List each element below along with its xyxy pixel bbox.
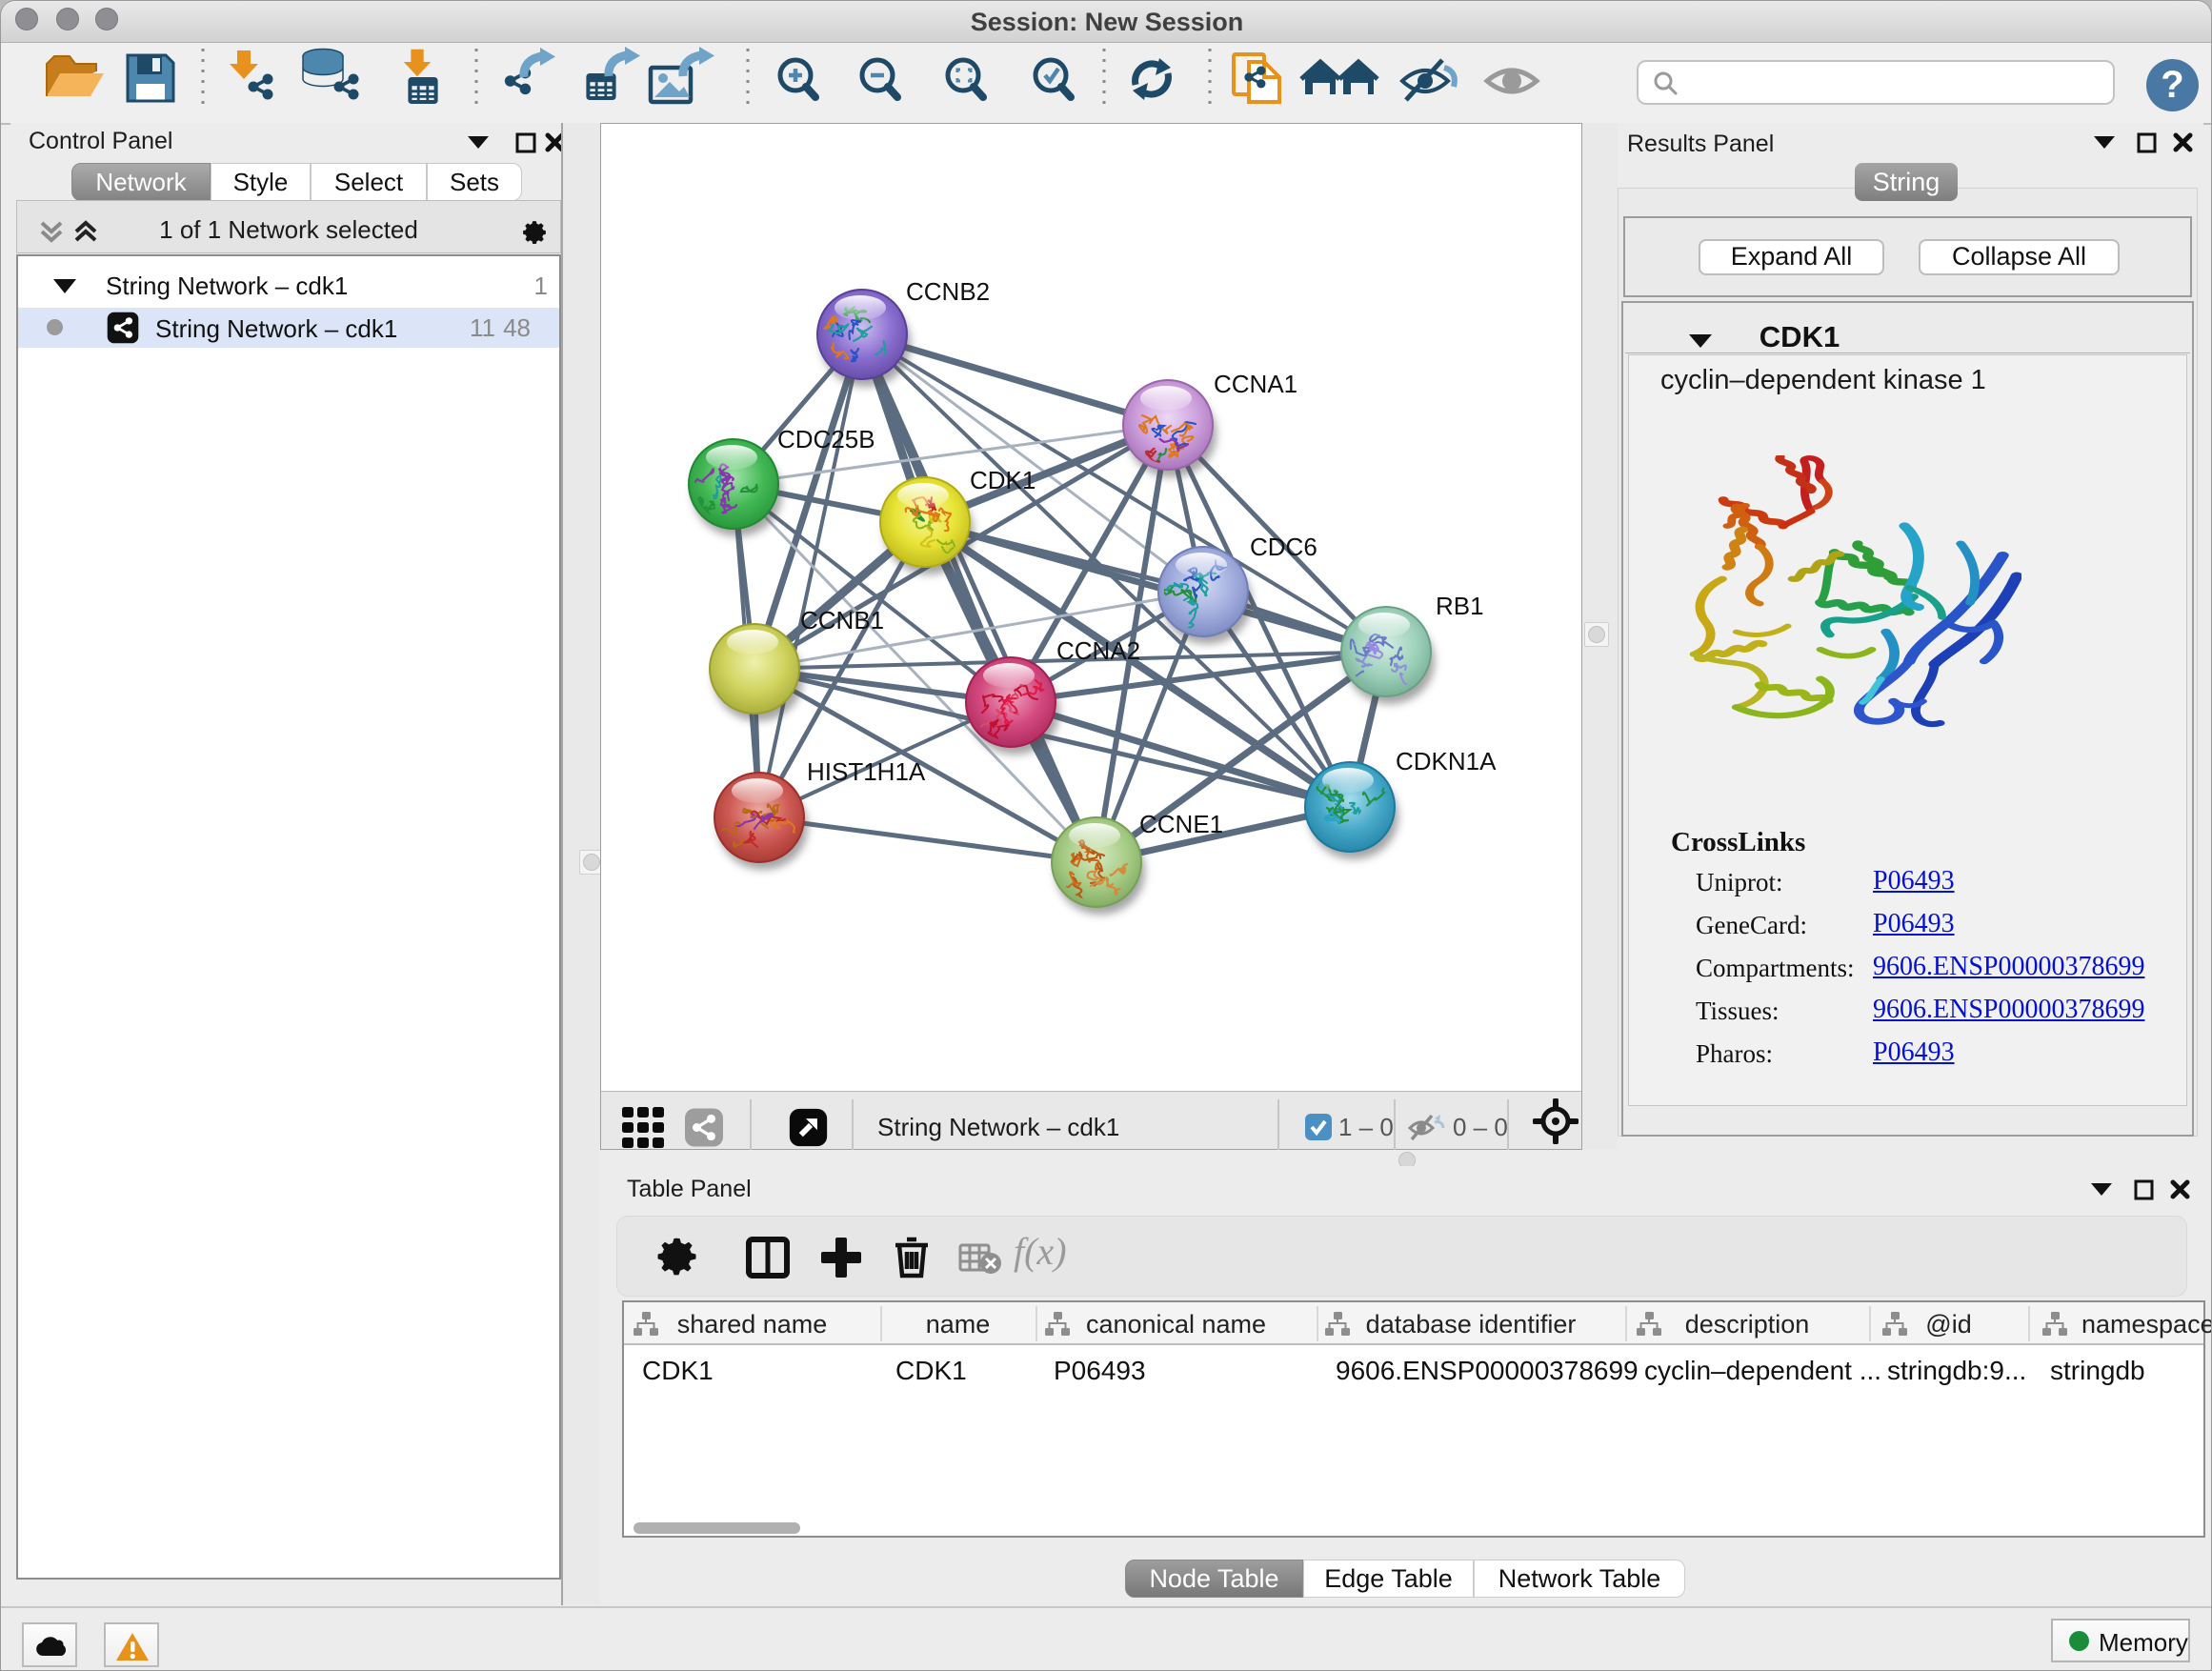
svg-text:CDC25B: CDC25B bbox=[777, 425, 875, 453]
svg-text:CDK1: CDK1 bbox=[970, 466, 1036, 494]
svg-text:CCNA1: CCNA1 bbox=[1214, 370, 1297, 398]
svg-text:RB1: RB1 bbox=[1436, 592, 1484, 620]
svg-text:CCNB1: CCNB1 bbox=[800, 606, 884, 634]
svg-text:CCNA2: CCNA2 bbox=[1056, 636, 1140, 665]
svg-text:CDC6: CDC6 bbox=[1250, 533, 1317, 561]
svg-text:CDKN1A: CDKN1A bbox=[1396, 747, 1497, 775]
svg-text:CCNB2: CCNB2 bbox=[906, 277, 990, 306]
svg-text:CCNE1: CCNE1 bbox=[1139, 810, 1223, 838]
svg-text:HIST1H1A: HIST1H1A bbox=[807, 757, 926, 786]
